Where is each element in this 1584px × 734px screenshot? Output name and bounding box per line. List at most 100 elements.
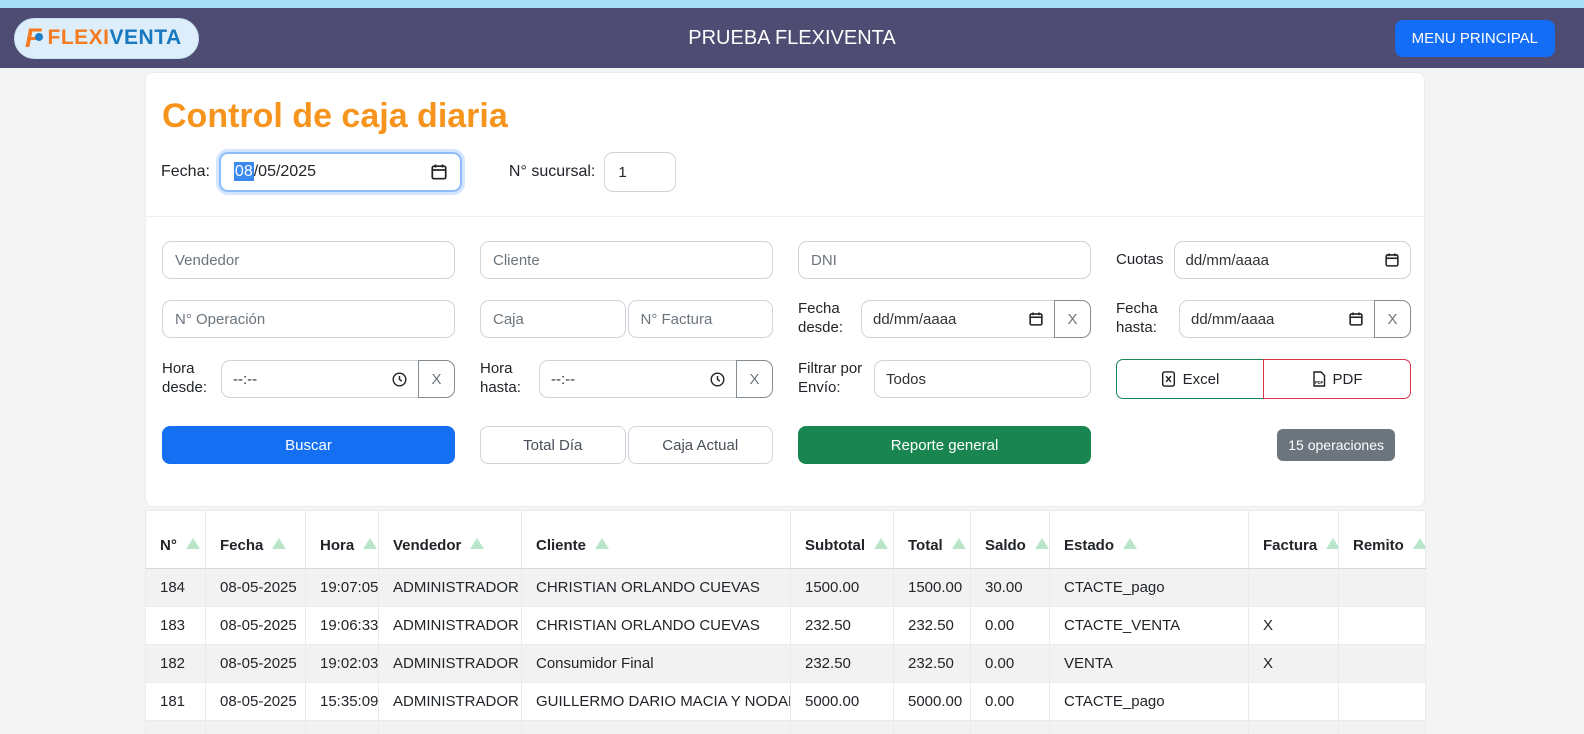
export-excel-button[interactable]: Excel — [1116, 359, 1264, 399]
table-row[interactable]: 18408-05-202519:07:05ADMINISTRADORCHRIST… — [146, 569, 1426, 607]
hora-desde-input[interactable]: --:-- — [221, 360, 419, 398]
flexiventa-logo-icon: F — [25, 23, 42, 54]
cell-n: 180 — [146, 721, 206, 734]
calendar-icon[interactable] — [1029, 312, 1043, 326]
fecha-desde-clear-button[interactable]: X — [1054, 300, 1091, 338]
cell-estado: VENTA — [1050, 645, 1249, 683]
operaciones-count-badge: 15 operaciones — [1277, 429, 1395, 461]
total-dia-button[interactable]: Total Día — [480, 426, 626, 464]
cell-vendedor: ADMINISTRADOR — [379, 721, 522, 734]
column-header-factura[interactable]: Factura — [1249, 511, 1339, 569]
cell-subtotal: 5000.00 — [791, 683, 894, 721]
cell-factura — [1249, 683, 1339, 721]
operacion-input[interactable] — [162, 300, 455, 338]
sort-ascending-icon[interactable] — [595, 538, 609, 549]
column-header-cliente[interactable]: Cliente — [522, 511, 791, 569]
calendar-icon[interactable] — [1385, 253, 1399, 267]
export-pdf-button[interactable]: PDF PDF — [1263, 359, 1411, 399]
fecha-hasta-input[interactable]: dd/mm/aaaa — [1179, 300, 1375, 338]
sort-ascending-icon[interactable] — [363, 538, 377, 549]
cell-total: 1125.00 — [894, 721, 971, 734]
operations-table: N°FechaHoraVendedorClienteSubtotalTotalS… — [145, 510, 1426, 734]
dni-input[interactable] — [798, 241, 1091, 279]
cell-vendedor: ADMINISTRADOR — [379, 645, 522, 683]
column-header-saldo[interactable]: Saldo — [971, 511, 1050, 569]
clock-icon[interactable] — [710, 372, 725, 387]
caja-actual-button[interactable]: Caja Actual — [628, 426, 774, 464]
cell-n: 181 — [146, 683, 206, 721]
table-row[interactable]: 18108-05-202515:35:09ADMINISTRADORGUILLE… — [146, 683, 1426, 721]
sort-ascending-icon[interactable] — [1035, 538, 1049, 549]
cell-vendedor: ADMINISTRADOR — [379, 607, 522, 645]
sort-ascending-icon[interactable] — [1326, 538, 1338, 549]
cell-subtotal: 232.50 — [791, 645, 894, 683]
cell-fecha: 08-05-2025 — [206, 721, 306, 734]
fecha-date-value: 08/05/2025 — [234, 163, 316, 181]
vendedor-input[interactable] — [162, 241, 455, 279]
column-header-subtotal[interactable]: Subtotal — [791, 511, 894, 569]
sort-ascending-icon[interactable] — [1413, 538, 1426, 549]
calendar-icon[interactable] — [1349, 312, 1363, 326]
page-title: Control de caja diaria — [162, 97, 1409, 136]
cell-remito — [1339, 607, 1426, 645]
menu-principal-button[interactable]: MENU PRINCIPAL — [1395, 20, 1555, 57]
column-header-total[interactable]: Total — [894, 511, 971, 569]
table-row[interactable]: 18308-05-202519:06:33ADMINISTRADORCHRIST… — [146, 607, 1426, 645]
cell-factura: X — [1249, 607, 1339, 645]
caja-input[interactable] — [480, 300, 626, 338]
table-row[interactable]: 18208-05-202519:02:03ADMINISTRADORConsum… — [146, 645, 1426, 683]
table-header-row: N°FechaHoraVendedorClienteSubtotalTotalS… — [146, 511, 1426, 569]
cell-hora: 19:02:03 — [306, 645, 379, 683]
column-header-estado[interactable]: Estado — [1050, 511, 1249, 569]
cell-vendedor: ADMINISTRADOR — [379, 683, 522, 721]
reporte-general-button[interactable]: Reporte general — [798, 426, 1091, 464]
sort-ascending-icon[interactable] — [470, 538, 484, 549]
sort-ascending-icon[interactable] — [272, 538, 286, 549]
table-row[interactable]: 18008-05-202515:34:13ADMINISTRADORGUILLE… — [146, 721, 1426, 734]
column-header-fecha[interactable]: Fecha — [206, 511, 306, 569]
cell-subtotal: 232.50 — [791, 607, 894, 645]
filter-panel: Control de caja diaria Fecha: 08/05/2025… — [145, 72, 1425, 507]
column-header-vendedor[interactable]: Vendedor — [379, 511, 522, 569]
cell-subtotal: 1500.00 — [791, 569, 894, 607]
buscar-button[interactable]: Buscar — [162, 426, 455, 464]
cell-remito — [1339, 569, 1426, 607]
hora-hasta-label: Hora hasta: — [480, 360, 529, 398]
cell-saldo: 0.00 — [971, 607, 1050, 645]
column-header-n[interactable]: N° — [146, 511, 206, 569]
hora-desde-clear-button[interactable]: X — [418, 360, 455, 398]
clock-icon[interactable] — [392, 372, 407, 387]
column-header-hora[interactable]: Hora — [306, 511, 379, 569]
filtrar-envio-label: Filtrar por Envío: — [798, 360, 864, 398]
hora-hasta-input[interactable]: --:-- — [539, 360, 737, 398]
cell-fecha: 08-05-2025 — [206, 607, 306, 645]
column-header-remito[interactable]: Remito — [1339, 511, 1426, 569]
cell-cliente: Consumidor Final — [522, 645, 791, 683]
sort-ascending-icon[interactable] — [874, 538, 888, 549]
cell-n: 184 — [146, 569, 206, 607]
cell-remito — [1339, 645, 1426, 683]
cell-hora: 15:35:09 — [306, 683, 379, 721]
sort-ascending-icon[interactable] — [1123, 538, 1137, 549]
sucursal-input[interactable] — [604, 152, 676, 192]
hora-hasta-clear-button[interactable]: X — [736, 360, 773, 398]
cell-hora: 19:07:05 — [306, 569, 379, 607]
cell-vendedor: ADMINISTRADOR — [379, 569, 522, 607]
hora-desde-label: Hora desde: — [162, 360, 211, 398]
envio-select[interactable]: Todos — [874, 360, 1091, 398]
page-header-title: PRUEBA FLEXIVENTA — [688, 27, 895, 50]
sort-ascending-icon[interactable] — [186, 538, 200, 549]
app-logo[interactable]: F FLEXIVENTA — [14, 18, 199, 59]
cliente-input[interactable] — [480, 241, 773, 279]
calendar-icon[interactable] — [431, 164, 447, 180]
fecha-date-input[interactable]: 08/05/2025 — [219, 152, 462, 192]
cuotas-date-input[interactable]: dd/mm/aaaa — [1174, 241, 1411, 279]
cell-total: 232.50 — [894, 645, 971, 683]
cell-factura — [1249, 569, 1339, 607]
factura-input[interactable] — [628, 300, 774, 338]
sort-ascending-icon[interactable] — [952, 538, 966, 549]
fecha-hasta-clear-button[interactable]: X — [1374, 300, 1411, 338]
cell-estado: CTACTE_VENTA — [1050, 607, 1249, 645]
cell-factura — [1249, 721, 1339, 734]
fecha-desde-input[interactable]: dd/mm/aaaa — [861, 300, 1055, 338]
